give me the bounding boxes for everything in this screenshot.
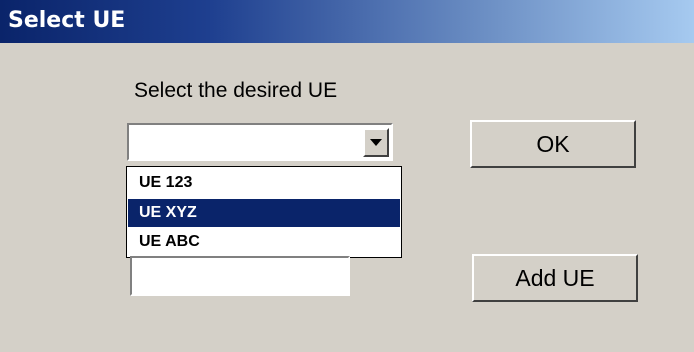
ue-dropdown-list: UE 123 UE XYZ UE ABC (126, 166, 402, 258)
ue-combobox[interactable] (127, 123, 393, 161)
add-ue-button[interactable]: Add UE (472, 254, 638, 302)
dropdown-option-ue-123[interactable]: UE 123 (128, 169, 400, 197)
dropdown-option-ue-abc[interactable]: UE ABC (128, 228, 400, 256)
dropdown-option-ue-xyz[interactable]: UE XYZ (128, 199, 400, 227)
new-ue-input[interactable] (130, 256, 350, 296)
prompt-label: Select the desired UE (134, 79, 338, 102)
chevron-down-icon (370, 139, 382, 146)
title-bar[interactable]: Select UE (0, 0, 694, 43)
window-title: Select UE (8, 8, 126, 33)
dropdown-arrow-button[interactable] (363, 128, 389, 157)
ok-button[interactable]: OK (470, 120, 636, 168)
select-ue-dialog: Select UE Select the desired UE UE 123 U… (0, 0, 694, 352)
